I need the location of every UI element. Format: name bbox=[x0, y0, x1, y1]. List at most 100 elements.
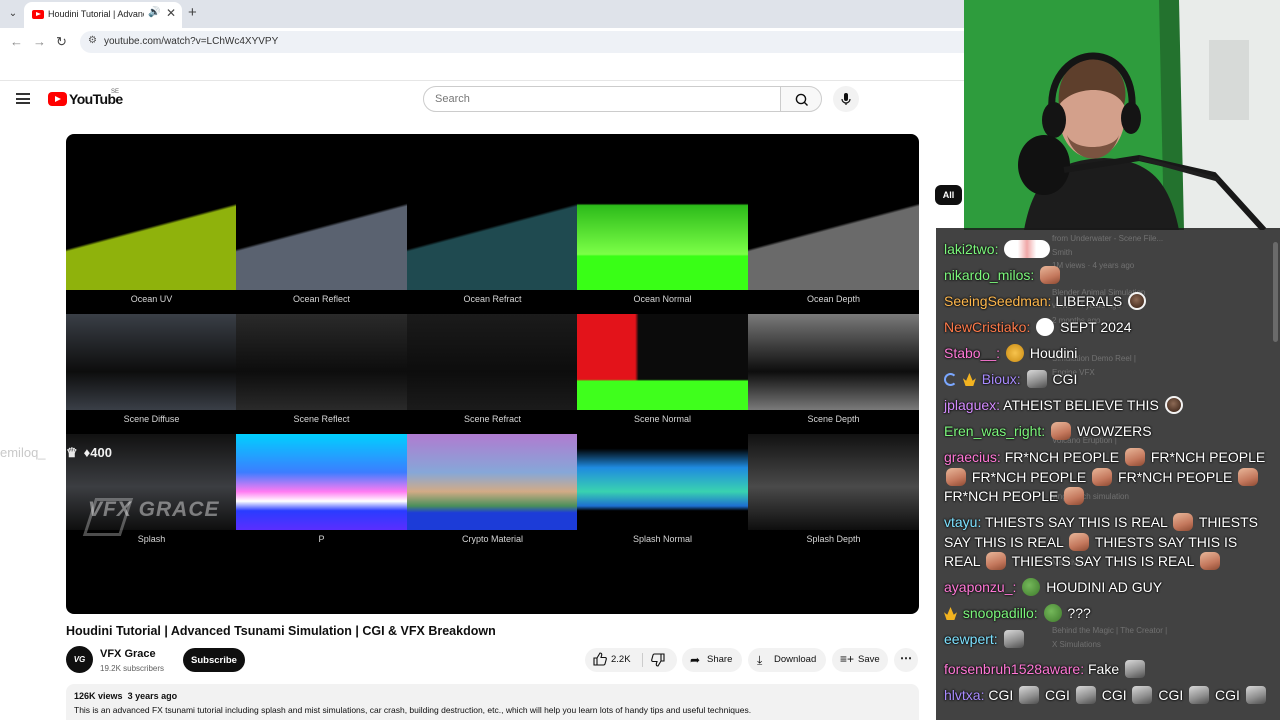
render-pass-thumbnail bbox=[748, 196, 919, 290]
render-pass-cell: Ocean Reflect bbox=[236, 196, 407, 308]
gray-face-emote-icon bbox=[1245, 686, 1266, 704]
download-button[interactable]: ⤓ Download bbox=[748, 648, 826, 672]
filter-chip-all[interactable]: All bbox=[935, 185, 962, 205]
channel-name[interactable]: VFX Grace bbox=[100, 648, 156, 660]
chat-text: Houdini bbox=[1029, 345, 1078, 361]
gray-face-emote-icon bbox=[1019, 686, 1040, 704]
view-count: 126K views bbox=[74, 691, 123, 701]
address-bar[interactable]: ⚙ youtube.com/watch?v=LChWc4XYVPY bbox=[80, 31, 964, 53]
chat-text: ??? bbox=[1067, 605, 1091, 621]
crown-badge-icon bbox=[962, 373, 976, 386]
chat-username: ayaponzu_: bbox=[944, 579, 1017, 595]
chat-text-repeat: CGI bbox=[1101, 687, 1127, 703]
menu-icon[interactable] bbox=[16, 93, 30, 104]
chat-message: hlvtxa: CGI CGI CGI CGI CGI bbox=[944, 686, 1276, 706]
dislike-button[interactable] bbox=[643, 648, 677, 672]
render-pass-thumbnail bbox=[407, 314, 578, 410]
chat-username: SeeingSeedman: bbox=[944, 293, 1052, 309]
chat-text-repeat: FR*NCH PEOPLE bbox=[1118, 468, 1233, 485]
chat-message: nikardo_milos: bbox=[944, 266, 1276, 286]
reload-icon[interactable]: ↻ bbox=[56, 34, 67, 50]
share-button[interactable]: ➦ Share bbox=[682, 648, 742, 672]
points-value: ♦400 bbox=[83, 445, 112, 460]
chat-message: graecius: FR*NCH PEOPLE FR*NCH PEOPLE FR… bbox=[944, 448, 1276, 507]
chat-message: vtayu: THIESTS SAY THIS IS REAL THIESTS … bbox=[944, 513, 1276, 572]
site-info-icon[interactable]: ⚙ bbox=[88, 35, 97, 46]
speaker-icon[interactable]: 🔊 bbox=[148, 7, 160, 18]
new-tab-button[interactable]: + bbox=[188, 4, 197, 21]
country-code: SE bbox=[111, 89, 120, 95]
close-tab-icon[interactable]: ✕ bbox=[166, 6, 176, 20]
render-pass-thumbnail bbox=[407, 434, 578, 530]
face-emote-icon bbox=[1092, 467, 1113, 486]
description-box[interactable]: 126K views 3 years ago This is an advanc… bbox=[66, 684, 919, 720]
render-pass-label: Scene Refract bbox=[463, 414, 522, 424]
angel-wings-emote-icon bbox=[1004, 240, 1051, 258]
chat-username: hlvtxa: bbox=[944, 687, 985, 703]
chat-text: CGI bbox=[1052, 371, 1078, 387]
render-pass-label: Scene Reflect bbox=[293, 414, 350, 424]
stream-chat-overlay: from Underwater - Scene File... Smith 1M v… bbox=[936, 228, 1280, 720]
render-pass-cell: Ocean Refract bbox=[407, 196, 578, 308]
face-emote-icon bbox=[1040, 266, 1061, 284]
browser-tab-active[interactable]: Houdini Tutorial | Advanced Tsunami Simu… bbox=[24, 2, 182, 28]
subscriber-badge-icon bbox=[944, 373, 957, 386]
forward-arrow-icon[interactable]: → bbox=[33, 34, 46, 49]
face-emote-icon bbox=[1199, 552, 1220, 570]
upload-age: 3 years ago bbox=[127, 691, 178, 701]
video-player[interactable]: Ocean UV Ocean Reflect Ocean Refract Ocean … bbox=[66, 134, 919, 614]
chat-username: Bioux: bbox=[981, 371, 1021, 387]
render-pass-label: Scene Normal bbox=[633, 414, 692, 424]
render-pass-thumbnail bbox=[407, 196, 578, 290]
gray-face-emote-icon bbox=[1132, 686, 1153, 704]
chat-text: HOUDINI AD GUY bbox=[1046, 579, 1163, 595]
webcam-image bbox=[964, 0, 1280, 230]
render-pass-cell: Ocean UV bbox=[66, 196, 237, 308]
chat-text-repeat: THIESTS SAY THIS IS REAL bbox=[1011, 553, 1194, 569]
ghost-emote-icon bbox=[1036, 318, 1055, 336]
face-emote-icon bbox=[1069, 532, 1090, 551]
render-pass-label: P bbox=[318, 534, 325, 544]
gray-face-emote-icon bbox=[1003, 630, 1024, 648]
crown-icon: ♛ bbox=[66, 445, 78, 460]
browser-toolbar: ← → ↻ ⚙ youtube.com/watch?v=LChWc4XYVPY bbox=[0, 28, 964, 56]
subscribe-button[interactable]: Subscribe bbox=[183, 648, 245, 672]
microphone-icon bbox=[841, 93, 851, 105]
search-button[interactable] bbox=[780, 86, 822, 112]
chat-message: ayaponzu_: HOUDINI AD GUY bbox=[944, 578, 1276, 598]
save-button[interactable]: ≡+ Save bbox=[832, 648, 888, 672]
chat-message: Stabo__: Houdini bbox=[944, 344, 1276, 364]
chat-text: WOWZERS bbox=[1076, 423, 1152, 439]
tab-search-button[interactable]: ⌄ bbox=[4, 5, 22, 23]
render-pass-cell: Splash Normal bbox=[577, 434, 748, 548]
channel-avatar[interactable]: VG bbox=[66, 646, 93, 673]
face-emote-icon bbox=[1238, 467, 1259, 486]
cookie-emote-icon bbox=[1128, 292, 1147, 310]
youtube-logo-icon[interactable] bbox=[48, 92, 67, 106]
face-emote-icon bbox=[1173, 513, 1194, 531]
chat-text: THIESTS SAY THIS IS REAL bbox=[985, 514, 1168, 530]
save-label: Save bbox=[858, 654, 880, 665]
chat-text-repeat: CGI bbox=[1215, 687, 1240, 703]
url-text[interactable]: youtube.com/watch?v=LChWc4XYVPY bbox=[104, 36, 278, 47]
render-pass-cell: Scene Reflect bbox=[236, 314, 407, 428]
render-pass-thumbnail bbox=[577, 314, 748, 410]
voice-search-button[interactable] bbox=[833, 86, 859, 112]
render-pass-cell: P bbox=[236, 434, 407, 548]
search-input[interactable] bbox=[423, 86, 781, 112]
browser-tab-bar: ⌄ Houdini Tutorial | Advanced Tsunami Si… bbox=[0, 0, 964, 28]
youtube-favicon-icon bbox=[32, 10, 44, 19]
back-arrow-icon[interactable]: ← bbox=[10, 34, 23, 49]
chat-username: snoopadillo: bbox=[962, 605, 1038, 621]
chat-message: Bioux: CGI bbox=[944, 370, 1276, 390]
thumbs-up-icon bbox=[593, 652, 607, 666]
more-icon: ⋯ bbox=[900, 651, 912, 665]
face-emote-icon bbox=[985, 552, 1006, 570]
chat-username: eewpert: bbox=[944, 631, 998, 647]
render-pass-thumbnail bbox=[748, 434, 919, 530]
render-pass-cell: Scene Depth bbox=[748, 314, 919, 428]
chat-username: forsenbruh1528aware: bbox=[944, 661, 1085, 677]
chat-text-repeat: FR*NCH PEOPLE bbox=[944, 488, 1059, 504]
more-actions-button[interactable]: ⋯ bbox=[894, 648, 918, 672]
like-button[interactable]: 2.2K bbox=[585, 648, 641, 672]
